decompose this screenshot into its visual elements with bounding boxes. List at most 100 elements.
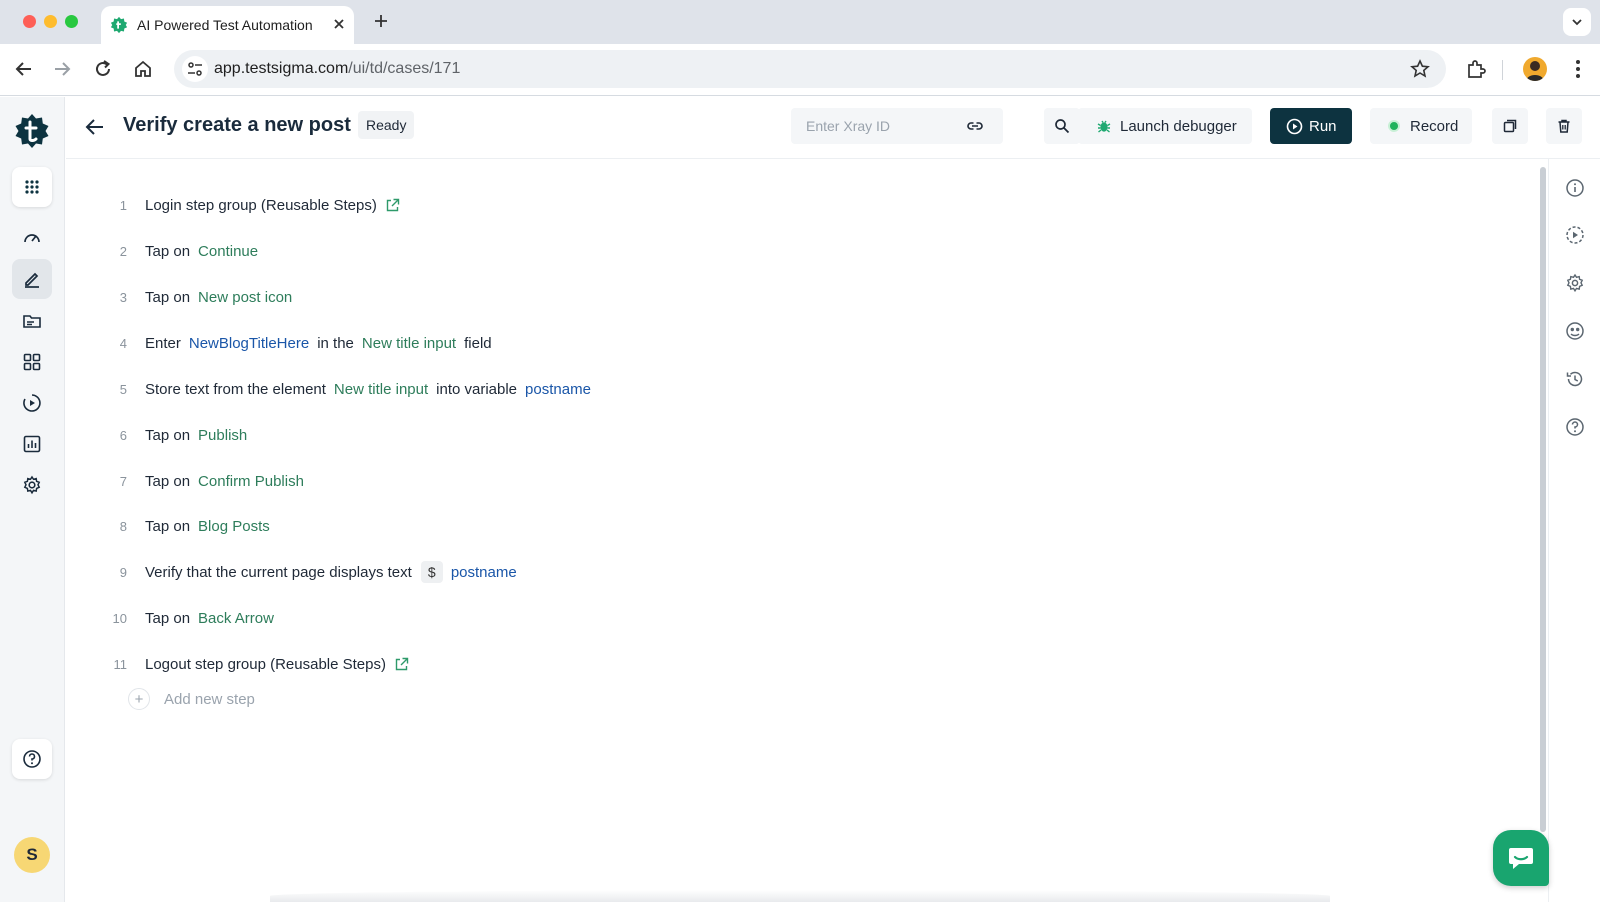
sidebar-item-elements[interactable] [12, 342, 52, 382]
step-element[interactable]: New title input [334, 381, 428, 398]
grid-dots-icon [25, 180, 39, 194]
test-step[interactable]: 11 Logout step group (Reusable Steps) [66, 652, 409, 676]
pencil-icon [25, 272, 39, 288]
extensions-puzzle-icon[interactable] [1465, 58, 1487, 80]
step-number: 5 [119, 381, 127, 397]
step-test-data[interactable]: NewBlogTitleHere [189, 335, 309, 352]
step-variable[interactable]: postname [525, 381, 591, 398]
steps-scrollbar[interactable] [1540, 167, 1546, 832]
testsigma-logo-icon[interactable] [14, 113, 50, 149]
site-info-button[interactable] [182, 56, 208, 82]
step-action: Enter [145, 334, 181, 352]
launch-debugger-button[interactable]: Launch debugger [1078, 108, 1252, 144]
duplicate-button[interactable] [1492, 108, 1528, 144]
test-step[interactable]: 3 Tap on New post icon [66, 285, 300, 309]
plus-icon: + [128, 688, 150, 710]
forward-icon[interactable] [51, 58, 73, 80]
step-number: 4 [119, 335, 127, 351]
delete-button[interactable] [1546, 108, 1582, 144]
test-step[interactable]: 4 Enter NewBlogTitleHere in the New titl… [66, 331, 492, 355]
step-element[interactable]: New title input [362, 335, 456, 352]
home-icon[interactable] [132, 58, 154, 80]
step-element[interactable]: Back Arrow [198, 610, 274, 627]
question-circle-icon [23, 750, 41, 768]
sidebar-item-test-data[interactable] [12, 301, 52, 341]
reload-icon[interactable] [92, 58, 114, 80]
step-group-text: Login step group (Reusable Steps) [145, 196, 377, 214]
step-action: Tap on [145, 426, 191, 444]
back-icon[interactable] [13, 58, 35, 80]
add-new-step-button[interactable]: + Add new step [128, 688, 255, 710]
test-step[interactable]: 6 Tap on Publish [66, 423, 255, 447]
external-link-icon [395, 657, 409, 670]
open-step-group-link[interactable] [394, 657, 409, 672]
search-button[interactable] [1044, 108, 1080, 144]
step-element[interactable]: Blog Posts [198, 518, 270, 535]
sidebar-item-reports[interactable] [12, 424, 52, 464]
test-step[interactable]: 5 Store text from the element New title … [66, 377, 599, 401]
step-action: Tap on [145, 517, 191, 535]
run-history-play-icon[interactable] [1565, 225, 1585, 245]
sidebar-item-dashboard[interactable] [12, 218, 52, 258]
test-step[interactable]: 1 Login step group (Reusable Steps) [66, 193, 400, 217]
xray-id-input[interactable] [791, 108, 961, 144]
info-icon[interactable] [1565, 178, 1585, 198]
step-action: Tap on [145, 609, 191, 627]
step-number: 7 [119, 473, 127, 489]
sidebar-item-test-cases[interactable] [12, 259, 52, 299]
run-button[interactable]: Run [1270, 108, 1352, 144]
gear-icon[interactable] [1565, 273, 1585, 293]
test-step[interactable]: 2 Tap on Continue [66, 239, 266, 263]
tune-icon [188, 62, 202, 76]
step-number: 6 [119, 427, 127, 443]
step-action: Tap on [145, 472, 191, 490]
window-maximize-button[interactable] [65, 15, 78, 28]
gear-icon [23, 475, 41, 495]
step-number: 3 [119, 289, 127, 305]
step-number: 11 [113, 656, 128, 672]
step-element[interactable]: Continue [198, 243, 258, 260]
profile-avatar[interactable] [1523, 57, 1547, 81]
ai-assistant-icon[interactable] [1565, 321, 1585, 341]
apps-menu-button[interactable] [12, 167, 52, 207]
external-link-icon [386, 198, 400, 211]
browser-tab[interactable]: AI Powered Test Automation P [101, 6, 354, 44]
window-minimize-button[interactable] [44, 15, 57, 28]
user-avatar[interactable]: S [14, 837, 50, 873]
test-step[interactable]: 9 Verify that the current page displays … [66, 560, 525, 584]
link-icon[interactable] [966, 117, 984, 135]
test-step[interactable]: 8 Tap on Blog Posts [66, 514, 278, 538]
browser-menu-icon[interactable] [1567, 58, 1589, 80]
step-element[interactable]: Confirm Publish [198, 473, 304, 490]
step-connector: in the [317, 334, 354, 352]
profile-photo-icon [1526, 61, 1544, 81]
sidebar-item-settings[interactable] [12, 465, 52, 505]
app-sidebar: S [0, 97, 65, 902]
step-variable[interactable]: postname [451, 564, 517, 581]
step-action: Store text from the element [145, 380, 326, 398]
new-tab-icon[interactable] [372, 12, 390, 30]
back-arrow-icon[interactable] [84, 116, 106, 138]
record-button[interactable]: Record [1370, 108, 1472, 144]
test-step[interactable]: 7 Tap on Confirm Publish [66, 469, 312, 493]
tab-search-button[interactable] [1563, 8, 1591, 36]
test-step[interactable]: 10 Tap on Back Arrow [66, 606, 282, 630]
sidebar-item-runs[interactable] [12, 383, 52, 423]
tab-close-icon[interactable] [330, 15, 348, 33]
right-panel-rail [1548, 159, 1600, 902]
history-icon[interactable] [1565, 369, 1585, 389]
open-step-group-link[interactable] [385, 198, 400, 213]
record-dot-icon [1388, 120, 1400, 132]
help-button[interactable] [12, 739, 52, 779]
question-circle-icon[interactable] [1565, 417, 1585, 437]
address-bar[interactable]: app.testsigma.com/ui/td/cases/171 [174, 50, 1446, 88]
browser-toolbar: app.testsigma.com/ui/td/cases/171 [0, 44, 1600, 96]
chat-support-button[interactable] [1493, 830, 1549, 886]
step-number: 2 [119, 243, 127, 259]
window-close-button[interactable] [23, 15, 36, 28]
bookmark-star-icon[interactable] [1410, 59, 1430, 79]
step-element[interactable]: Publish [198, 427, 247, 444]
step-element[interactable]: New post icon [198, 289, 292, 306]
url-path: /ui/td/cases/171 [348, 60, 461, 77]
browser-tab-bar: AI Powered Test Automation P [0, 0, 1600, 44]
